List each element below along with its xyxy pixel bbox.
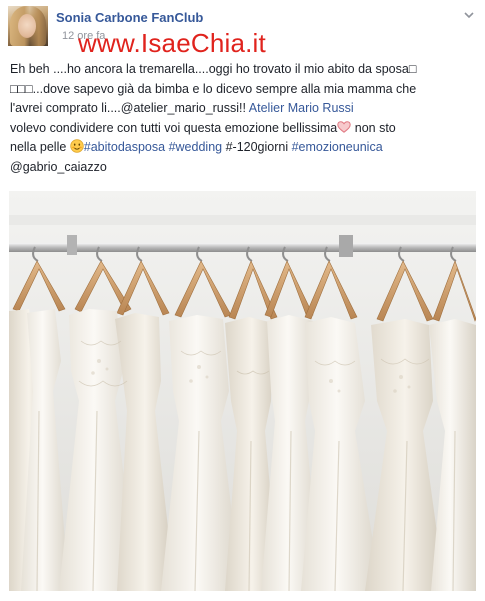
post-line-6: @gabrio_caiazzo	[10, 158, 478, 178]
unsupported-glyph: □	[408, 62, 417, 76]
countdown-text: #-120giorni	[225, 140, 289, 154]
facebook-post: Sonia Carbone FanClub 12 ore fa www.Isae…	[0, 0, 485, 601]
post-text-segment: volevo condividere con tutti voi questa …	[10, 120, 338, 135]
avatar-face	[18, 14, 36, 38]
mention-text: @gabrio_caiazzo	[10, 159, 107, 174]
post-line-2: □□□...dove sapevo già da bimba e lo dice…	[10, 80, 478, 100]
page-avatar[interactable]	[8, 6, 48, 46]
post-text-segment: nella pelle	[10, 140, 70, 154]
post-text-segment: l'avrei comprato li....@atelier_mario_ru…	[10, 101, 246, 115]
smiling-face-icon	[70, 139, 84, 153]
post-photo[interactable]	[9, 191, 476, 591]
post-line-5: nella pelle #abitodasposa #wedding #-120…	[10, 138, 478, 158]
post-line-1: Eh beh ....ho ancora la tremarella....og…	[10, 60, 478, 80]
post-text: Eh beh ....ho ancora la tremarella....og…	[10, 60, 478, 177]
page-name-link[interactable]: Sonia Carbone FanClub	[56, 10, 203, 25]
post-line-3: l'avrei comprato li....@atelier_mario_ru…	[10, 99, 478, 119]
chevron-down-icon[interactable]	[462, 8, 476, 22]
atelier-page-link[interactable]: Atelier Mario Russi	[249, 101, 354, 115]
post-line-4: volevo condividere con tutti voi questa …	[10, 119, 478, 139]
site-watermark: www.IsaeChia.it	[78, 28, 266, 58]
hashtag-abitodasposa[interactable]: #abitodasposa	[84, 140, 165, 154]
wedding-dresses-image	[9, 191, 476, 591]
post-header: Sonia Carbone FanClub 12 ore fa www.Isae…	[6, 6, 478, 58]
hashtag-emozioneunica[interactable]: #emozioneunica	[292, 140, 383, 154]
post-text-segment: non sto	[351, 120, 396, 135]
post-text-segment: Eh beh ....ho ancora la tremarella....og…	[10, 62, 409, 76]
unsupported-glyphs: □□□	[10, 81, 33, 96]
heart-icon	[337, 120, 351, 133]
post-text-segment: ...dove sapevo già da bimba e lo dicevo …	[32, 81, 417, 96]
hashtag-wedding[interactable]: #wedding	[169, 140, 223, 154]
